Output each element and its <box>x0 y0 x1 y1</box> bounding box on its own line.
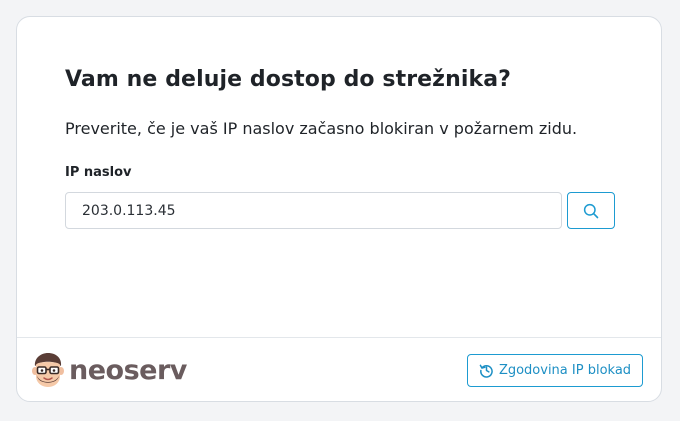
page-subtitle: Preverite, če je vaš IP naslov začasno b… <box>65 119 578 138</box>
history-button-label: Zgodovina IP blokad <box>498 363 632 378</box>
history-icon <box>479 363 494 378</box>
page-title: Vam ne deluje dostop do strežnika? <box>65 67 512 92</box>
mascot-face-icon <box>31 352 65 388</box>
ip-check-card: Vam ne deluje dostop do strežnika? Preve… <box>16 16 662 402</box>
neoserv-logo: neoserv <box>31 352 187 388</box>
search-icon <box>583 203 599 219</box>
footer-divider <box>17 337 661 338</box>
ip-address-input[interactable] <box>65 192 562 229</box>
search-button[interactable] <box>567 192 615 229</box>
logo-wordmark: neoserv <box>69 354 187 386</box>
ip-field-label: IP naslov <box>65 165 132 180</box>
ip-block-history-button[interactable]: Zgodovina IP blokad <box>467 354 643 387</box>
